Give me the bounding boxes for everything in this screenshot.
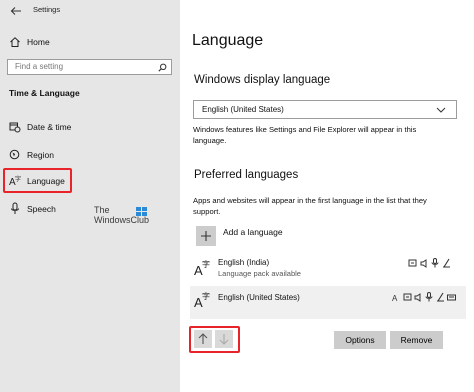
display-language-dropdown[interactable]: English (United States)	[193, 100, 457, 119]
watermark-line2: WindowsClub	[94, 215, 150, 225]
description-line: support.	[193, 207, 221, 216]
display-language-feature-icon	[408, 259, 417, 267]
microphone-feature-icon	[431, 258, 439, 268]
dropdown-value: English (United States)	[202, 105, 284, 114]
svg-text:A: A	[392, 294, 398, 302]
back-arrow-icon[interactable]	[10, 6, 22, 16]
language-item-english-us[interactable]: A 字 English (United States) A	[190, 286, 466, 319]
language-pack-feature-icon: A	[392, 294, 398, 302]
language-name: English (India)	[218, 258, 270, 267]
description-line: language.	[193, 136, 227, 145]
sidebar-item-label: Speech	[27, 204, 56, 214]
add-language-button[interactable]: Add a language	[193, 226, 343, 246]
sidebar-item-region[interactable]: Region	[0, 146, 180, 164]
microphone-feature-icon	[425, 292, 433, 302]
main-panel: Language Windows display language Englis…	[180, 0, 474, 392]
preferred-languages-description: Apps and websites will appear in the fir…	[193, 195, 427, 217]
description-line: Apps and websites will appear in the fir…	[193, 196, 427, 205]
description-line: Windows features like Settings and File …	[193, 125, 417, 134]
search-input[interactable]: Find a setting	[7, 59, 172, 75]
search-icon[interactable]	[158, 63, 167, 72]
home-icon	[10, 37, 20, 47]
language-icon: A 字	[194, 259, 210, 277]
chevron-down-icon	[436, 107, 446, 113]
add-language-label: Add a language	[223, 227, 283, 237]
keyboard-feature-icon	[447, 294, 456, 301]
speech-feature-icon	[414, 293, 421, 302]
globe-icon	[9, 149, 20, 160]
display-language-heading: Windows display language	[194, 74, 331, 86]
sidebar-item-label: Date & time	[27, 122, 72, 132]
language-icon: A 字	[194, 291, 210, 309]
window-title: Settings	[33, 5, 61, 14]
sidebar-item-label: Region	[27, 150, 54, 160]
home-link[interactable]: Home	[27, 37, 50, 47]
sidebar-item-speech[interactable]: Speech	[0, 200, 180, 218]
speech-feature-icon	[420, 259, 427, 268]
svg-text:字: 字	[202, 259, 210, 269]
search-placeholder: Find a setting	[15, 62, 64, 71]
sidebar-item-date-time[interactable]: Date & time	[0, 118, 180, 136]
calendar-clock-icon	[9, 122, 21, 133]
windows-logo-icon	[136, 207, 148, 216]
handwriting-feature-icon	[437, 292, 444, 302]
display-language-description: Windows features like Settings and File …	[193, 124, 416, 146]
language-name: English (United States)	[218, 293, 300, 302]
display-language-feature-icon	[403, 293, 412, 301]
plus-icon	[196, 226, 216, 246]
microphone-icon	[11, 202, 19, 214]
page-title: Language	[192, 32, 264, 49]
remove-button[interactable]: Remove	[390, 331, 443, 349]
move-buttons-highlight	[189, 326, 240, 353]
selection-highlight	[3, 168, 72, 193]
section-title: Time & Language	[9, 88, 80, 98]
language-item-english-india[interactable]: A 字 English (India) Language pack availa…	[190, 254, 462, 284]
handwriting-feature-icon	[443, 258, 450, 268]
preferred-languages-heading: Preferred languages	[194, 169, 299, 181]
language-status: Language pack available	[218, 269, 301, 278]
sidebar: Settings Home Find a setting Time & Lang…	[0, 0, 180, 392]
options-button[interactable]: Options	[334, 331, 386, 349]
svg-text:字: 字	[202, 291, 210, 301]
